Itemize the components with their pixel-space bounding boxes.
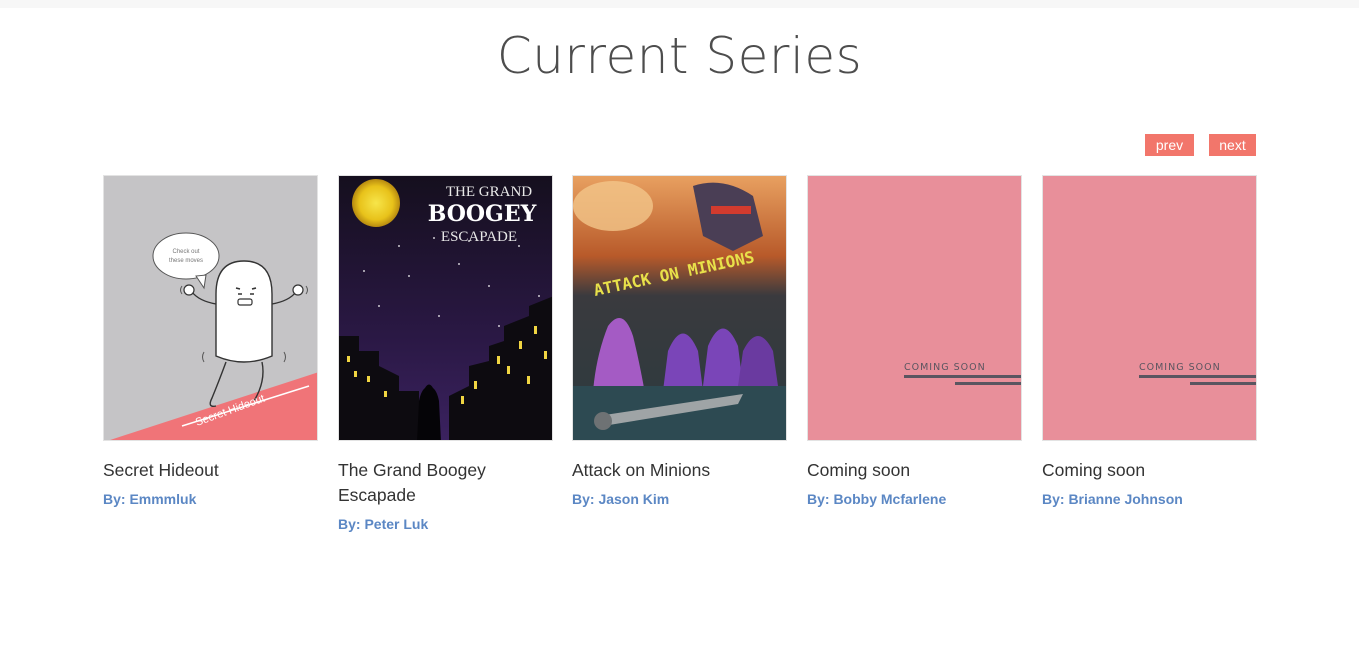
secret-hideout-art: Check out these moves Secret Hideout	[104, 176, 317, 440]
cover-line3: ESCAPADE	[441, 229, 517, 245]
secret-hideout-cover[interactable]: Check out these moves Secret Hideout	[103, 175, 318, 441]
coming-soon-art: COMING SOON	[808, 176, 1021, 440]
series-card-secret-hideout[interactable]: Check out these moves Secret Hideout Sec…	[103, 175, 318, 507]
section-title: Current Series	[496, 27, 863, 85]
series-card-attack-on-minions[interactable]: ATTACK ON MINIONS Attack on Minions By: …	[572, 175, 787, 507]
series-title[interactable]: Coming soon	[807, 458, 1022, 483]
series-card-coming-soon-1[interactable]: COMING SOON Coming soon By: Bobby Mcfarl…	[807, 175, 1022, 507]
series-author-link[interactable]: By: Bobby Mcfarlene	[807, 491, 1022, 507]
attack-on-minions-cover[interactable]: ATTACK ON MINIONS	[572, 175, 787, 441]
top-strip	[0, 0, 1359, 8]
series-title[interactable]: Attack on Minions	[572, 458, 787, 483]
series-card-coming-soon-2[interactable]: COMING SOON Coming soon By: Brianne John…	[1042, 175, 1257, 507]
series-title[interactable]: Coming soon	[1042, 458, 1257, 483]
series-author-link[interactable]: By: Emmmluk	[103, 491, 318, 507]
coming-soon-cover[interactable]: COMING SOON	[1042, 175, 1257, 441]
series-title[interactable]: Secret Hideout	[103, 458, 318, 483]
coming-soon-label: COMING SOON	[1139, 362, 1221, 373]
next-button[interactable]: next	[1209, 134, 1256, 156]
prev-button[interactable]: prev	[1145, 134, 1194, 156]
grand-boogey-art: THE GRAND BOOGEY ESCAPADE	[339, 176, 552, 440]
series-title[interactable]: The Grand Boogey Escapade	[338, 458, 553, 508]
series-author-link[interactable]: By: Brianne Johnson	[1042, 491, 1257, 507]
grand-boogey-cover[interactable]: THE GRAND BOOGEY ESCAPADE	[338, 175, 553, 441]
bubble-text-line1: Check out	[172, 249, 199, 255]
cover-line1: THE GRAND	[446, 184, 532, 200]
coming-soon-label: COMING SOON	[904, 362, 986, 373]
page: Current Series prev next Check out these…	[0, 0, 1359, 672]
series-card-grand-boogey[interactable]: THE GRAND BOOGEY ESCAPADE The Grand Boog…	[338, 175, 553, 532]
cover-line2: BOOGEY	[428, 201, 537, 227]
coming-soon-cover[interactable]: COMING SOON	[807, 175, 1022, 441]
coming-soon-art: COMING SOON	[1043, 176, 1256, 440]
series-author-link[interactable]: By: Jason Kim	[572, 491, 787, 507]
attack-on-minions-art: ATTACK ON MINIONS	[573, 176, 786, 440]
bubble-text-line2: these moves	[169, 258, 203, 264]
series-author-link[interactable]: By: Peter Luk	[338, 516, 553, 532]
